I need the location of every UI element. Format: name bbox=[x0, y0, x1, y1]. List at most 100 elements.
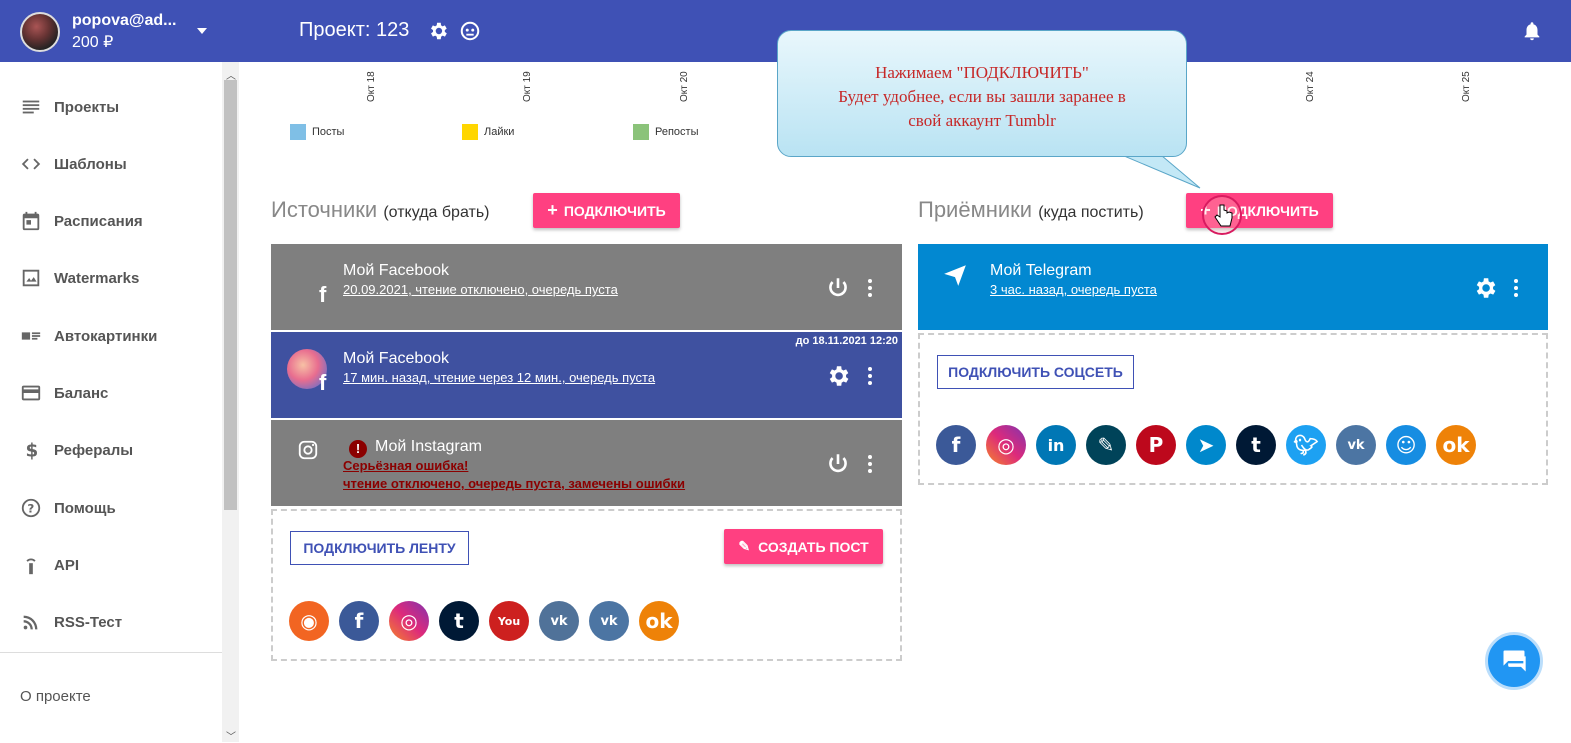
axis-tick-label: Окт 19 bbox=[522, 71, 533, 102]
gear-icon[interactable] bbox=[1472, 275, 1498, 301]
button-label: СОЗДАТЬ ПОСТ bbox=[758, 538, 869, 555]
tumblr-icon[interactable]: t bbox=[1236, 425, 1276, 465]
help-icon: ? bbox=[21, 498, 41, 518]
facebook-icon[interactable]: f bbox=[936, 425, 976, 465]
odnoklassniki-icon[interactable]: ok bbox=[1436, 425, 1476, 465]
about-link[interactable]: О проекте bbox=[20, 688, 91, 705]
youtube-icon[interactable]: You bbox=[489, 601, 529, 641]
vk-icon[interactable]: vk bbox=[1336, 425, 1376, 465]
sources-connect-button[interactable]: + ПОДКЛЮЧИТЬ bbox=[533, 193, 680, 228]
sidebar-divider bbox=[0, 652, 222, 653]
receivers-subtitle: (куда постить) bbox=[1038, 204, 1144, 221]
calendar-icon bbox=[22, 211, 40, 231]
vk-messages-icon[interactable]: vk bbox=[539, 601, 579, 641]
sidebar-item-projects[interactable]: Проекты bbox=[20, 95, 119, 119]
sidebar-item-referrals[interactable]: $ Рефералы bbox=[20, 438, 134, 462]
sidebar-item-watermarks[interactable]: Watermarks bbox=[20, 266, 139, 290]
card-error[interactable]: Серьёзная ошибка! bbox=[343, 458, 468, 473]
linkedin-icon[interactable]: in bbox=[1036, 425, 1076, 465]
instagram-icon[interactable]: ◎ bbox=[986, 425, 1026, 465]
rss-icon bbox=[23, 615, 38, 630]
gear-icon[interactable] bbox=[825, 363, 851, 389]
chevron-down-icon[interactable] bbox=[197, 28, 207, 34]
sidebar-item-label: Проекты bbox=[54, 98, 120, 116]
legend-label: Репосты bbox=[655, 126, 699, 138]
sidebar-item-label: Автокартинки bbox=[54, 327, 158, 345]
create-post-button[interactable]: ✎ СОЗДАТЬ ПОСТ bbox=[724, 529, 883, 564]
card-status[interactable]: 3 час. назад, очередь пуста bbox=[990, 282, 1157, 297]
twitter-icon[interactable]: 🐦︎ bbox=[1286, 425, 1326, 465]
source-card-facebook-1[interactable]: f Мой Facebook 20.09.2021, чтение отключ… bbox=[271, 244, 902, 330]
sidebar-item-label: RSS-Тест bbox=[54, 613, 123, 631]
legend-posts[interactable]: Посты bbox=[290, 124, 344, 140]
gear-icon[interactable] bbox=[427, 20, 449, 42]
telegram-icon bbox=[944, 265, 966, 286]
instagram-icon bbox=[298, 440, 318, 460]
more-vert-icon[interactable] bbox=[865, 277, 875, 299]
sources-subtitle: (откуда брать) bbox=[383, 204, 490, 221]
card-name: Мой Instagram bbox=[375, 438, 482, 455]
tooltip-bubble: Нажимаем "ПОДКЛЮЧИТЬ" Будет удобнее, есл… bbox=[777, 30, 1187, 157]
receiver-card-telegram[interactable]: Мой Telegram 3 час. назад, очередь пуста bbox=[918, 244, 1548, 330]
card-status[interactable]: 20.09.2021, чтение отключено, очередь пу… bbox=[343, 282, 618, 297]
axis-tick-label: Окт 24 bbox=[1305, 71, 1316, 102]
svg-text:$: $ bbox=[26, 440, 39, 461]
error-icon: ! bbox=[349, 440, 367, 458]
scrollbar-thumb[interactable] bbox=[224, 80, 237, 510]
user-balance: 200 ₽ bbox=[72, 34, 114, 51]
sidebar: Проекты Шаблоны Расписания Watermarks Ав… bbox=[0, 62, 239, 743]
legend-likes[interactable]: Лайки bbox=[462, 124, 514, 140]
source-card-facebook-2[interactable]: f до 18.11.2021 12:20 Мой Facebook 17 ми… bbox=[271, 332, 902, 418]
axis-tick-label: Окт 20 bbox=[679, 71, 690, 102]
sidebar-item-label: Баланс bbox=[54, 384, 109, 402]
chat-button[interactable] bbox=[1485, 632, 1543, 690]
rss-icon[interactable]: ◉ bbox=[289, 601, 329, 641]
source-card-instagram[interactable]: ! Мой Instagram Серьёзная ошибка! чтение… bbox=[271, 420, 902, 506]
sidebar-item-schedules[interactable]: Расписания bbox=[20, 209, 143, 233]
more-vert-icon[interactable] bbox=[865, 453, 875, 475]
card-status[interactable]: 17 мин. назад, чтение через 12 мин., оче… bbox=[343, 370, 655, 385]
antenna-icon bbox=[26, 558, 36, 575]
sidebar-item-label: Watermarks bbox=[54, 269, 140, 287]
sidebar-item-help[interactable]: ? Помощь bbox=[20, 496, 116, 520]
sidebar-item-label: Помощь bbox=[54, 499, 116, 517]
pinterest-icon[interactable]: P bbox=[1136, 425, 1176, 465]
legend-label: Лайки bbox=[484, 126, 515, 138]
robot-icon[interactable] bbox=[459, 20, 481, 42]
sidebar-scrollbar[interactable]: ︿ ﹀ bbox=[222, 62, 239, 743]
sidebar-item-rss-test[interactable]: RSS-Тест bbox=[20, 610, 122, 634]
tooltip-line: Нажимаем "ПОДКЛЮЧИТЬ" bbox=[875, 63, 1089, 82]
power-icon[interactable] bbox=[825, 275, 851, 301]
odnoklassniki-icon[interactable]: ok bbox=[639, 601, 679, 641]
facebook-icon: f bbox=[319, 282, 327, 307]
sidebar-item-label: Шаблоны bbox=[54, 155, 127, 173]
legend-reposts[interactable]: Репосты bbox=[633, 124, 699, 140]
telegram-icon[interactable]: ➤ bbox=[1186, 425, 1226, 465]
more-vert-icon[interactable] bbox=[1511, 277, 1521, 299]
sidebar-item-autopictures[interactable]: Автокартинки bbox=[20, 324, 157, 348]
instagram-icon[interactable]: ◎ bbox=[389, 601, 429, 641]
livejournal-icon[interactable]: ✎ bbox=[1086, 425, 1126, 465]
card-name: Мой Facebook bbox=[343, 350, 450, 367]
connect-social-button[interactable]: ПОДКЛЮЧИТЬ СОЦСЕТЬ bbox=[937, 355, 1134, 389]
bell-icon[interactable] bbox=[1521, 20, 1543, 42]
pencil-icon: ✎ bbox=[738, 538, 751, 554]
sidebar-item-label: Расписания bbox=[54, 212, 143, 230]
vk-icon[interactable]: vk bbox=[589, 601, 629, 641]
tumblr-icon[interactable]: t bbox=[439, 601, 479, 641]
card-status[interactable]: чтение отключено, очередь пуста, замечен… bbox=[343, 476, 685, 491]
sidebar-item-balance[interactable]: Баланс bbox=[20, 381, 108, 405]
sidebar-item-api[interactable]: API bbox=[20, 553, 79, 577]
legend-swatch bbox=[462, 124, 478, 140]
more-vert-icon[interactable] bbox=[865, 365, 875, 387]
sources-heading: Источники bbox=[271, 197, 378, 222]
connect-feed-button[interactable]: ПОДКЛЮЧИТЬ ЛЕНТУ bbox=[290, 531, 469, 565]
facebook-icon[interactable]: f bbox=[339, 601, 379, 641]
scroll-down-icon[interactable]: ﹀ bbox=[226, 728, 236, 743]
button-label: ПОДКЛЮЧИТЬ bbox=[563, 202, 666, 219]
mail-ru-icon[interactable]: ☺ bbox=[1386, 425, 1426, 465]
avatar[interactable] bbox=[20, 12, 60, 52]
sidebar-item-templates[interactable]: Шаблоны bbox=[20, 152, 127, 176]
power-icon[interactable] bbox=[825, 451, 851, 477]
user-email[interactable]: popova@ad... bbox=[72, 12, 177, 30]
